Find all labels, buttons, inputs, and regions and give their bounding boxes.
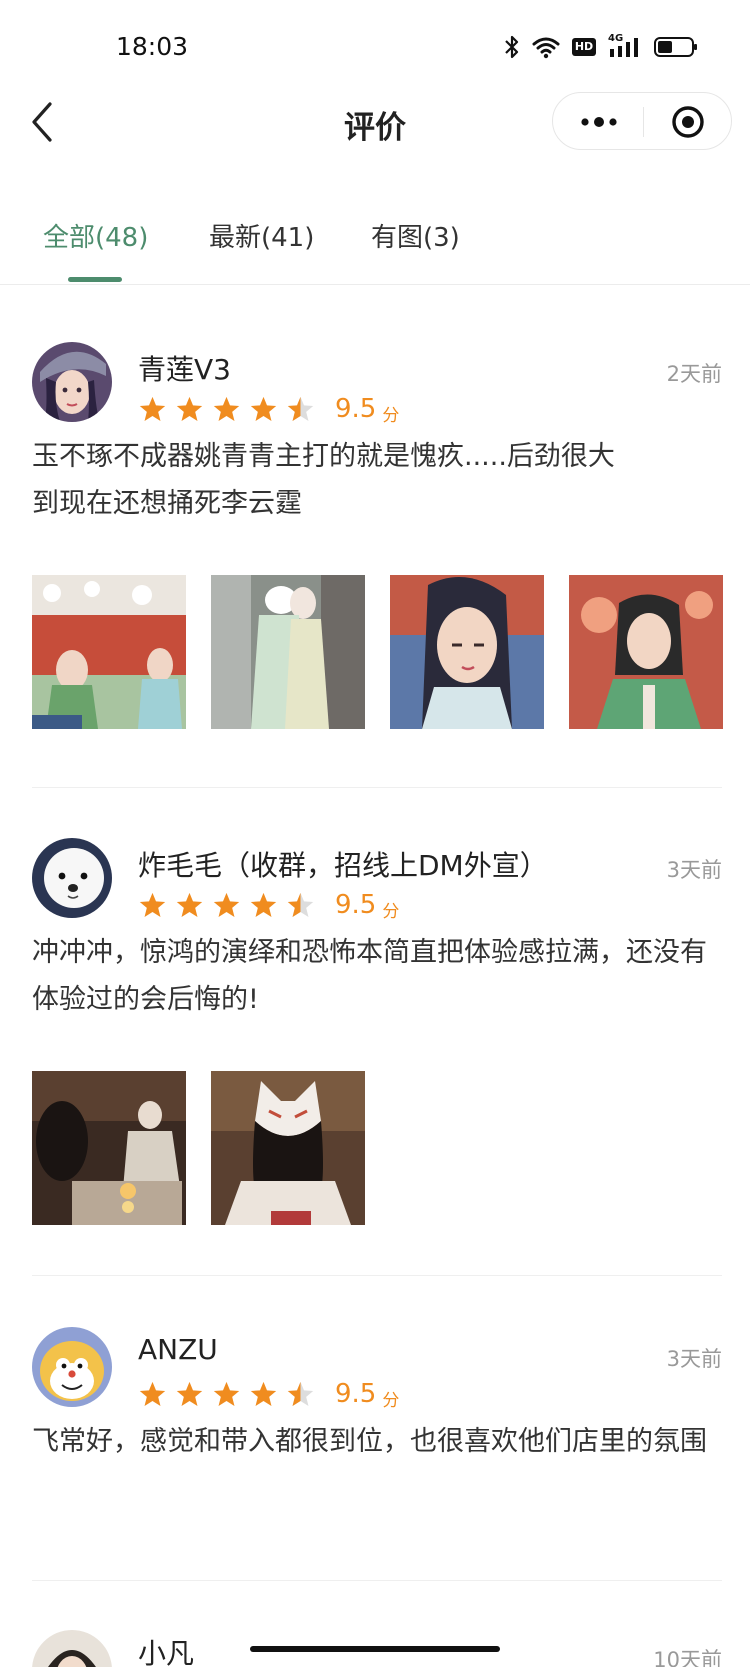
rating: 9.5 分 <box>138 394 400 426</box>
review-date: 2天前 <box>666 362 722 386</box>
rating: 9.5 分 <box>138 1379 400 1411</box>
status-bar: 18:03 HD 4G <box>0 0 750 90</box>
star-icon <box>176 396 203 421</box>
review-date: 10天前 <box>653 1648 722 1667</box>
battery-icon <box>654 37 697 57</box>
review-date: 3天前 <box>666 1347 722 1371</box>
reviewer-name: 青莲V3 <box>138 353 231 386</box>
mini-program-capsule <box>552 92 732 150</box>
hd-icon: HD <box>572 38 596 56</box>
avatar[interactable] <box>32 1327 112 1407</box>
star-icon <box>213 396 240 421</box>
review-divider <box>32 787 722 788</box>
rating-score: 9.5 <box>335 890 377 920</box>
review-item: 炸毛毛（收群，招线上DM外宣） 3天前 9.5 分 冲冲冲，惊鸿的演绎和恐怖本简… <box>32 838 722 1228</box>
nav-bar: 评价 <box>0 80 750 170</box>
status-icons: HD 4G <box>504 33 698 60</box>
reviewer-name: ANZU <box>138 1333 218 1366</box>
star-icon <box>176 1381 203 1406</box>
review-photos <box>32 1071 365 1225</box>
cellular-signal-icon: 4G <box>608 33 642 59</box>
review-photo[interactable] <box>211 575 365 729</box>
star-icon <box>250 396 277 421</box>
half-star-icon <box>287 396 314 421</box>
avatar[interactable] <box>32 838 112 918</box>
capsule-divider <box>643 107 644 137</box>
review-tabs: 全部(48) 最新(41) 有图(3) <box>0 195 750 285</box>
review-photo[interactable] <box>211 1071 365 1225</box>
rating-unit: 分 <box>382 901 400 922</box>
review-text: 玉不琢不成器姚青青主打的就是愧疚.....后劲很大 到现在还想捅死李云霆 <box>32 441 615 519</box>
avatar[interactable] <box>32 342 112 422</box>
status-time: 18:03 <box>116 32 189 61</box>
star-icon <box>213 1381 240 1406</box>
star-icon <box>139 396 166 421</box>
rating-unit: 分 <box>382 1390 400 1411</box>
bluetooth-icon <box>505 35 519 59</box>
star-icon <box>250 892 277 917</box>
review-photos <box>32 575 723 729</box>
active-tab-indicator <box>68 277 122 282</box>
rating-score: 9.5 <box>335 394 377 424</box>
wifi-icon <box>532 37 560 59</box>
review-item: 青莲V3 2天前 9.5 分 玉不琢不成器姚青青主打的就是愧疚.....后劲很大… <box>32 342 723 732</box>
review-photo[interactable] <box>569 575 723 729</box>
avatar[interactable] <box>32 1630 112 1667</box>
tab-with-photos[interactable]: 有图(3) <box>371 217 460 254</box>
record-close-icon[interactable] <box>671 105 705 139</box>
home-indicator[interactable] <box>250 1646 500 1652</box>
star-icon <box>139 1381 166 1406</box>
reviewer-name: 小凡 <box>138 1637 195 1667</box>
review-text: 冲冲冲，惊鸿的演绎和恐怖本简直把体验感拉满，还没有体验过的会后悔的! <box>32 937 707 1015</box>
review-divider <box>32 1275 722 1276</box>
review-photo[interactable] <box>390 575 544 729</box>
tab-all[interactable]: 全部(48) <box>43 217 148 254</box>
star-icon <box>213 892 240 917</box>
star-rating <box>138 395 315 424</box>
rating-score: 9.5 <box>335 1379 377 1409</box>
half-star-icon <box>287 892 314 917</box>
star-rating <box>138 891 315 920</box>
reviewer-name: 炸毛毛（收群，招线上DM外宣） <box>138 849 548 882</box>
more-dots-icon[interactable] <box>575 109 623 135</box>
tab-latest[interactable]: 最新(41) <box>209 217 314 254</box>
star-icon <box>139 892 166 917</box>
half-star-icon <box>287 1381 314 1406</box>
star-icon <box>250 1381 277 1406</box>
review-text: 飞常好，感觉和带入都很到位，也很喜欢他们店里的氛围 <box>32 1426 707 1457</box>
review-photo[interactable] <box>32 575 186 729</box>
rating: 9.5 分 <box>138 890 400 922</box>
review-photo[interactable] <box>32 1071 186 1225</box>
star-rating <box>138 1380 315 1409</box>
review-divider <box>32 1580 722 1581</box>
star-icon <box>176 892 203 917</box>
rating-unit: 分 <box>382 405 400 426</box>
review-date: 3天前 <box>666 858 722 882</box>
review-item: ANZU 3天前 9.5 分 飞常好，感觉和带入都很到位，也很喜欢他们店里的氛围 <box>32 1327 722 1527</box>
